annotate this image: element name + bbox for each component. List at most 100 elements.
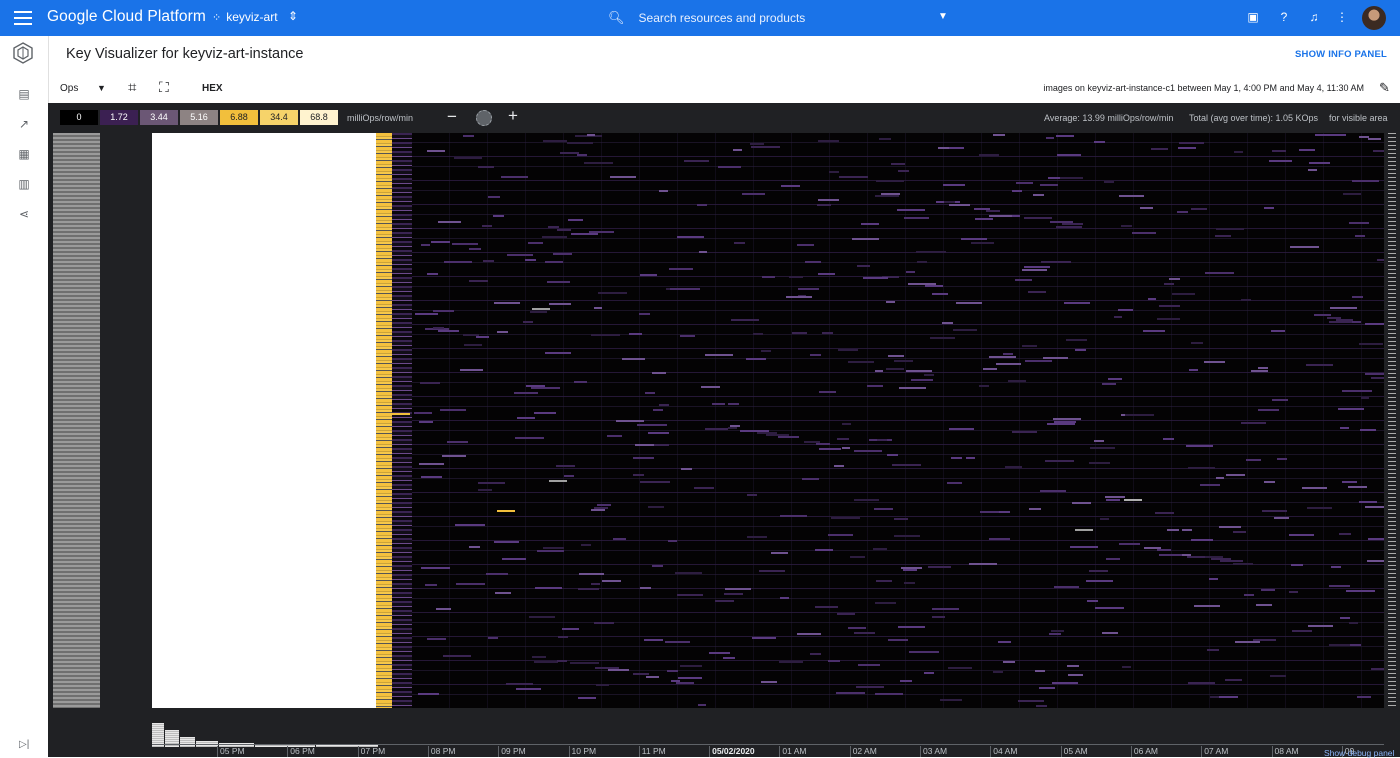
heatmap-cell <box>1339 427 1349 430</box>
edit-icon[interactable]: ✎ <box>1379 80 1390 96</box>
heatmap-cell <box>1346 589 1375 592</box>
search-input[interactable]: Search resources and products <box>639 11 806 25</box>
monitoring-icon[interactable]: ↗ <box>17 117 31 131</box>
heatmap-cell <box>1352 320 1362 323</box>
heatmap-cell <box>765 434 790 437</box>
menu-icon[interactable] <box>14 11 32 25</box>
heatmap-cell <box>1272 399 1289 402</box>
heatmap-cell <box>1257 367 1269 370</box>
heatmap-cell <box>683 159 709 162</box>
legend-swatch[interactable]: 6.88 <box>220 110 258 125</box>
row-key-histogram <box>53 133 100 708</box>
heatmap-cell <box>444 260 473 263</box>
heatmap-cell <box>1308 161 1331 164</box>
crop-icon[interactable]: ⌗ <box>128 79 136 96</box>
chevron-down-icon[interactable]: ▼ <box>97 83 106 93</box>
heatmap-cell <box>528 241 544 244</box>
legend-swatch[interactable]: 5.16 <box>180 110 218 125</box>
heatmap-cell <box>529 616 555 619</box>
range-end[interactable]: May 4, 11:30 AM <box>1297 83 1364 93</box>
brand-title[interactable]: Google Cloud Platform <box>47 8 206 26</box>
heatmap-cell <box>834 464 845 467</box>
legend-swatch[interactable]: 0 <box>60 110 98 125</box>
heatmap-cell <box>658 404 669 407</box>
heatmap-cell <box>453 156 482 159</box>
legend-swatch[interactable]: 3.44 <box>140 110 178 125</box>
heatmap-cell <box>943 201 956 204</box>
heatmap-cell <box>442 655 471 658</box>
key-visualizer-icon[interactable]: ▦ <box>17 147 31 161</box>
heatmap-cell <box>814 605 839 608</box>
time-axis-tick: 07 PM <box>357 746 385 757</box>
heatmap-cell <box>1011 214 1021 217</box>
heatmap-cell <box>420 475 442 478</box>
range-start[interactable]: May 1, 4:00 PM <box>1214 83 1277 93</box>
instance-icon[interactable]: ▤ <box>17 87 31 101</box>
time-axis-tick: 05 PM <box>217 746 245 757</box>
heatmap-cell <box>948 427 974 430</box>
range-cluster[interactable]: keyviz-art-instance-c1 <box>1087 83 1175 93</box>
heatmap-cell <box>1288 591 1299 594</box>
tables-icon[interactable]: ▥ <box>17 177 31 191</box>
heatmap-cell <box>1158 305 1180 308</box>
legend-swatch[interactable]: 68.8 <box>300 110 338 125</box>
heatmap-cell <box>1328 585 1350 588</box>
heatmap-cell <box>1273 517 1290 520</box>
hex-toggle[interactable]: HEX <box>202 83 223 94</box>
metric-select[interactable]: Ops <box>60 83 78 94</box>
heatmap-cell <box>1039 490 1067 493</box>
heatmap-cell <box>875 180 904 183</box>
heatmap-cell <box>1132 231 1156 234</box>
heatmap-cell <box>455 583 486 586</box>
heatmap-cell <box>589 230 615 233</box>
unfold-icon[interactable]: ⇕ <box>288 9 298 23</box>
legend-swatch[interactable]: 34.4 <box>260 110 298 125</box>
heatmap-cell <box>482 225 493 228</box>
heatmap-cell <box>1373 150 1384 153</box>
heatmap-cell <box>1014 278 1033 281</box>
help-icon[interactable]: ? <box>1277 10 1291 24</box>
heatmap-cell <box>639 587 651 590</box>
heatmap-cell <box>890 162 905 165</box>
brightness-decrease-button[interactable]: − <box>447 107 457 127</box>
heatmap-cell <box>1007 379 1026 382</box>
heatmap-cell <box>937 147 949 150</box>
heatmap-cell <box>906 270 916 273</box>
heatmap-cell <box>482 259 495 262</box>
heatmap-cell <box>477 481 506 484</box>
heatmap-cell <box>943 183 966 186</box>
brightness-increase-button[interactable]: + <box>508 106 518 126</box>
heatmap-cell <box>475 336 489 339</box>
fullscreen-icon[interactable]: ⛶ <box>159 79 169 96</box>
heatmap-cell <box>1024 216 1053 219</box>
heatmap-cell <box>463 344 483 347</box>
heatmap-cell <box>761 350 771 353</box>
heatmap-cell <box>1118 195 1144 198</box>
terminal-icon[interactable]: ▣ <box>1246 10 1260 24</box>
heatmap-cell <box>653 409 663 412</box>
heatmap-cell <box>1048 632 1062 635</box>
heatmap[interactable] <box>152 133 1384 708</box>
heatmap-cell <box>780 184 801 187</box>
search-bar[interactable]: 🔍︎ Search resources and products <box>608 10 805 26</box>
heatmap-cell <box>1118 542 1141 545</box>
caret-down-icon[interactable]: ▼ <box>938 11 948 22</box>
show-info-panel-button[interactable]: SHOW INFO PANEL <box>1295 49 1387 60</box>
range-on: on <box>1074 83 1085 93</box>
heatmap-cell <box>841 447 850 450</box>
heatmap-cell <box>578 696 597 699</box>
bell-icon[interactable]: ♫ <box>1307 10 1321 24</box>
heatmap-cell <box>1342 192 1362 195</box>
more-vert-icon[interactable]: ⋮ <box>1335 10 1349 24</box>
avatar[interactable] <box>1362 6 1386 30</box>
replication-icon[interactable]: ⋖ <box>17 207 31 221</box>
heatmap-cell <box>414 411 433 414</box>
legend-swatch[interactable]: 1.72 <box>100 110 138 125</box>
collapse-icon[interactable]: ▷| <box>19 739 29 750</box>
heatmap-cell <box>955 301 982 304</box>
heatmap-cell <box>637 424 667 427</box>
project-selector[interactable]: ⁘ keyviz-art <box>212 10 278 24</box>
heatmap-cell <box>747 535 768 538</box>
bigtable-logo-icon[interactable] <box>12 42 34 64</box>
heatmap-cell <box>560 152 579 155</box>
